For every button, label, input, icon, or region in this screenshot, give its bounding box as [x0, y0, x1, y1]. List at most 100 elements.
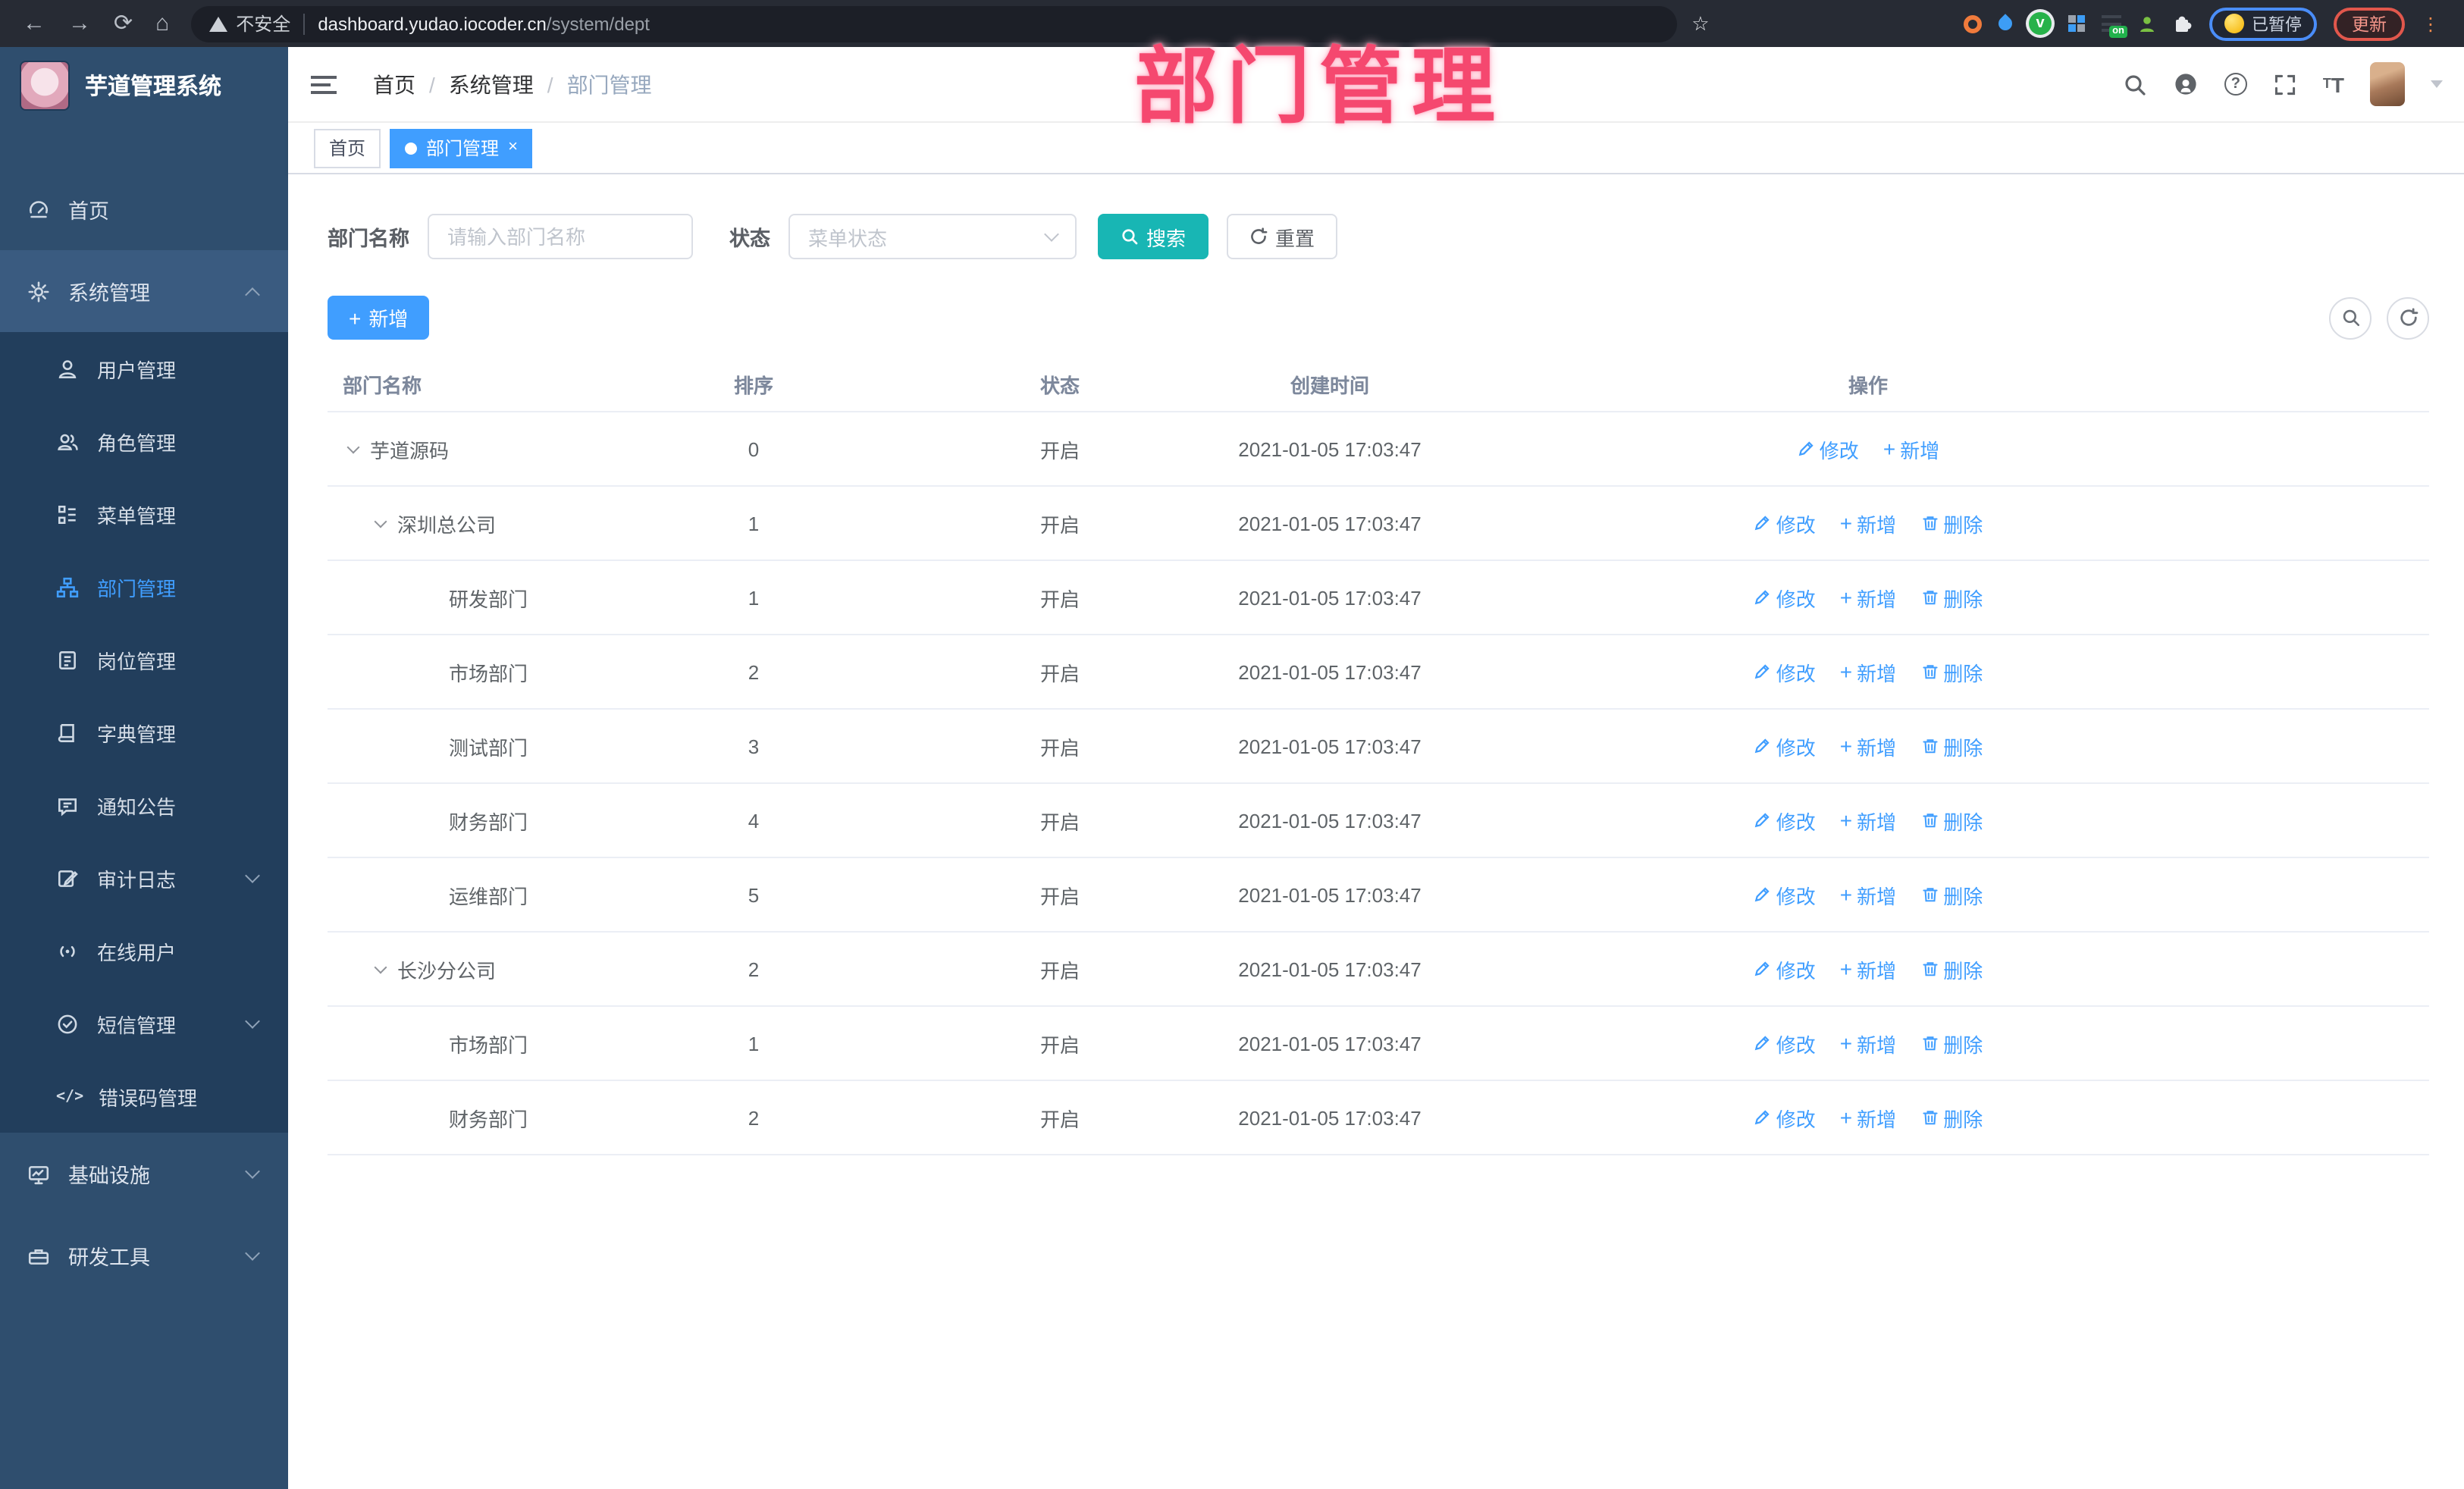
sidebar-item-menus[interactable]: 菜单管理	[0, 478, 288, 550]
github-icon[interactable]	[2173, 71, 2199, 97]
expand-caret-icon[interactable]	[374, 514, 387, 528]
active-tab-dot	[405, 142, 418, 154]
edit-link[interactable]: 修改	[1754, 1103, 1816, 1132]
edit-link[interactable]: 修改	[1754, 1029, 1816, 1058]
browser-forward-icon[interactable]: →	[68, 12, 91, 35]
sidebar-item-users[interactable]: 用户管理	[0, 332, 288, 405]
extension-check-icon[interactable]: v	[2029, 12, 2052, 35]
edit-link[interactable]: 修改	[1754, 657, 1816, 686]
browser-reload-icon[interactable]: ⟳	[114, 12, 133, 35]
browser-update-button[interactable]: 更新	[2334, 7, 2405, 40]
plus-icon: +	[1839, 882, 1853, 907]
tab-home[interactable]: 首页	[314, 128, 381, 168]
refresh-table-button[interactable]	[2387, 296, 2429, 339]
sidebar-item-system[interactable]: 系统管理	[0, 250, 288, 332]
delete-link[interactable]: 删除	[1920, 732, 1983, 760]
reset-button[interactable]: 重置	[1227, 214, 1338, 259]
app-logo-row[interactable]: 芋道管理系统	[0, 47, 288, 123]
close-tab-icon[interactable]: ×	[508, 139, 518, 156]
edit-link[interactable]: 修改	[1754, 509, 1816, 538]
extension-list-icon[interactable]: on	[2102, 15, 2127, 38]
sidebar-item-error-codes[interactable]: </> 错误码管理	[0, 1060, 288, 1133]
extension-drop-icon[interactable]	[1995, 14, 2015, 33]
sidebar-item-dicts[interactable]: 字典管理	[0, 696, 288, 769]
toggle-search-button[interactable]	[2329, 296, 2372, 339]
edit-link[interactable]: 修改	[1754, 955, 1816, 983]
add-child-link[interactable]: + 新增	[1840, 732, 1896, 760]
tab-departments[interactable]: 部门管理 ×	[390, 128, 533, 168]
add-child-link[interactable]: + 新增	[1840, 583, 1896, 612]
delete-link[interactable]: 删除	[1920, 955, 1983, 983]
status-cell: 开启	[1039, 513, 1080, 536]
avatar-dropdown-caret-icon[interactable]	[2431, 80, 2443, 88]
extensions-puzzle-icon[interactable]	[2173, 14, 2193, 33]
extension-person-icon[interactable]	[2138, 14, 2156, 33]
sidebar-item-departments[interactable]: 部门管理	[0, 550, 288, 623]
profile-paused-pill[interactable]: 已暂停	[2209, 7, 2317, 40]
help-icon[interactable]: ?	[2224, 73, 2247, 96]
dept-name-input[interactable]	[428, 214, 693, 259]
delete-label: 删除	[1943, 513, 1983, 536]
trash-icon	[1922, 516, 1937, 531]
add-child-link[interactable]: + 新增	[1840, 955, 1896, 983]
created-time-cell: 2021-01-05 17:03:47	[1238, 1032, 1422, 1055]
add-label: 新增	[1857, 662, 1897, 685]
sidebar-item-roles[interactable]: 角色管理	[0, 405, 288, 478]
sidebar-item-sms[interactable]: 短信管理	[0, 987, 288, 1060]
hamburger-icon[interactable]	[311, 75, 337, 93]
delete-link[interactable]: 删除	[1920, 880, 1983, 909]
add-child-link[interactable]: + 新增	[1840, 806, 1896, 835]
delete-link[interactable]: 删除	[1920, 509, 1983, 538]
sidebar-item-infrastructure[interactable]: 基础设施	[0, 1133, 288, 1215]
delete-link[interactable]: 删除	[1920, 1029, 1983, 1058]
sort-cell: 0	[748, 437, 760, 460]
sidebar-item-notices[interactable]: 通知公告	[0, 769, 288, 842]
text-size-icon[interactable]: TT	[2323, 74, 2344, 95]
edit-link[interactable]: 修改	[1754, 880, 1816, 909]
delete-link[interactable]: 删除	[1920, 1103, 1983, 1132]
avatar[interactable]	[2370, 62, 2405, 106]
add-child-link[interactable]: + 新增	[1883, 434, 1939, 463]
add-child-link[interactable]: + 新增	[1840, 657, 1896, 686]
browser-back-icon[interactable]: ←	[23, 12, 45, 35]
bookmark-star-icon[interactable]: ☆	[1691, 11, 1709, 36]
edit-link[interactable]: 修改	[1797, 434, 1859, 463]
delete-link[interactable]: 删除	[1920, 806, 1983, 835]
dept-name: 市场部门	[449, 1033, 528, 1056]
security-warning-icon[interactable]	[208, 16, 227, 31]
sort-cell: 2	[748, 958, 760, 980]
add-child-link[interactable]: + 新增	[1840, 1029, 1896, 1058]
sidebar-item-posts[interactable]: 岗位管理	[0, 623, 288, 696]
add-child-link[interactable]: + 新增	[1840, 509, 1896, 538]
edit-link[interactable]: 修改	[1754, 806, 1816, 835]
breadcrumb-home[interactable]: 首页	[373, 69, 415, 99]
id-badge-icon	[59, 650, 76, 669]
extension-target-icon[interactable]	[1964, 14, 1982, 33]
add-child-link[interactable]: + 新增	[1840, 1103, 1896, 1132]
tree-cell: 运维部门	[328, 880, 564, 909]
expand-caret-icon[interactable]	[374, 960, 387, 973]
search-button[interactable]: 搜索	[1098, 214, 1209, 259]
browser-menu-icon[interactable]: ⋮	[2422, 14, 2440, 33]
add-department-button[interactable]: + 新增	[328, 296, 430, 340]
sidebar-item-online-users[interactable]: 在线用户	[0, 914, 288, 987]
actions-cell: 修改 + 新增 删除	[1483, 806, 2429, 835]
expand-caret-icon[interactable]	[346, 440, 360, 453]
delete-link[interactable]: 删除	[1920, 657, 1983, 686]
browser-home-icon[interactable]: ⌂	[155, 12, 169, 35]
tree-cell: 财务部门	[328, 806, 564, 835]
breadcrumb-current: 部门管理	[566, 72, 652, 96]
edit-link[interactable]: 修改	[1754, 583, 1816, 612]
header-search-icon[interactable]	[2123, 72, 2147, 96]
address-bar[interactable]: 不安全 dashboard.yudao.iocoder.cn/system/de…	[190, 5, 1677, 42]
status-select[interactable]: 菜单状态	[788, 214, 1077, 259]
fullscreen-icon[interactable]	[2273, 72, 2297, 96]
breadcrumb-system[interactable]: 系统管理	[449, 69, 534, 99]
sidebar-item-audit-logs[interactable]: 审计日志	[0, 842, 288, 914]
sidebar-item-home[interactable]: 首页	[0, 168, 288, 250]
extension-grid-icon[interactable]	[2068, 15, 2085, 32]
sidebar-item-dev-tools[interactable]: 研发工具	[0, 1215, 288, 1296]
add-child-link[interactable]: + 新增	[1840, 880, 1896, 909]
edit-link[interactable]: 修改	[1754, 732, 1816, 760]
delete-link[interactable]: 删除	[1920, 583, 1983, 612]
